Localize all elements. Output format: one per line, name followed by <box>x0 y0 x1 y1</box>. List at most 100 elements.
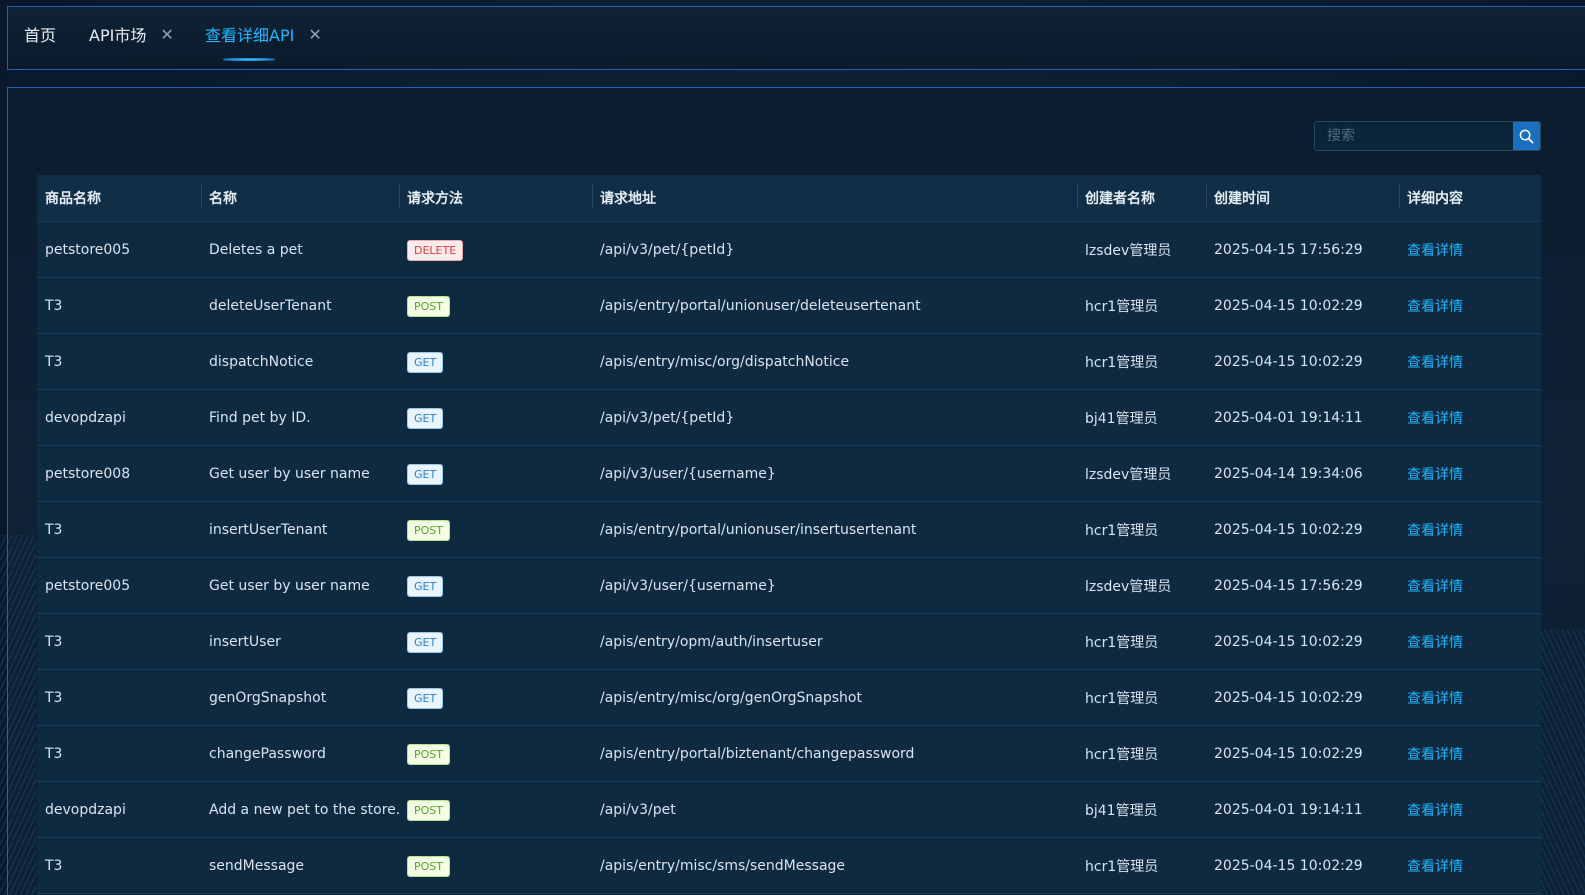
cell-creator-text: hcr1管理员 <box>1085 299 1159 315</box>
cell-url: /apis/entry/portal/biztenant/changepassw… <box>592 726 914 782</box>
cell-creator-text: hcr1管理员 <box>1085 523 1159 539</box>
tab-api-detail[interactable]: 查看详细API ✕ <box>205 22 322 46</box>
table-row: T3 deleteUserTenant POST/apis/entry/portal… <box>37 278 1541 334</box>
column-header-creator: 创建者名称 <box>1077 184 1155 208</box>
cell-name-text: Get user by user name <box>209 466 370 482</box>
view-detail-link[interactable]: 查看详情 <box>1407 296 1463 316</box>
cell-product-text: T3 <box>45 522 63 538</box>
view-detail-link[interactable]: 查看详情 <box>1407 464 1463 484</box>
cell-method: POST <box>399 838 450 894</box>
cell-time-text: 2025-04-15 10:02:29 <box>1214 746 1363 762</box>
view-detail-link[interactable]: 查看详情 <box>1407 688 1463 708</box>
cell-product-text: petstore005 <box>45 242 131 258</box>
cell-creator-text: bj41管理员 <box>1085 803 1158 819</box>
cell-creator-text: lzsdev管理员 <box>1085 467 1172 483</box>
cell-time: 2025-04-01 19:14:11 <box>1206 390 1363 446</box>
cell-time: 2025-04-15 17:56:29 <box>1206 558 1363 614</box>
cell-creator: bj41管理员 <box>1077 390 1158 446</box>
table-row: T3 changePassword POST/apis/entry/portal/b… <box>37 726 1541 782</box>
cell-name: deleteUserTenant <box>201 278 332 334</box>
cell-name: Get user by user name <box>201 558 370 614</box>
cell-product: devopdzapi <box>37 782 126 838</box>
cell-name: Find pet by ID. <box>201 390 311 446</box>
cell-time-text: 2025-04-15 10:02:29 <box>1214 354 1363 370</box>
cell-name: Deletes a pet <box>201 222 303 278</box>
view-detail-link[interactable]: 查看详情 <box>1407 856 1463 876</box>
cell-url-text: /apis/entry/misc/org/dispatchNotice <box>600 354 850 370</box>
cell-creator-text: lzsdev管理员 <box>1085 579 1172 595</box>
cell-creator: lzsdev管理员 <box>1077 222 1171 278</box>
api-table: 商品名称 名称 请求方法 请求地址 创建者名称 创建时间 详细内容 petsto… <box>37 175 1541 894</box>
method-badge: POST <box>407 855 450 877</box>
cell-time-text: 2025-04-15 17:56:29 <box>1214 242 1363 258</box>
table-row: devopdzapi Add a new pet to the store. POS… <box>37 782 1541 838</box>
cell-name-text: sendMessage <box>209 858 305 874</box>
cell-url-text: /apis/entry/opm/auth/insertuser <box>600 634 823 650</box>
table-row: petstore005 Get user by user name GET/api/… <box>37 558 1541 614</box>
cell-detail: 查看详情 <box>1399 446 1463 502</box>
cell-creator-text: hcr1管理员 <box>1085 355 1159 371</box>
cell-product: T3 <box>37 614 62 670</box>
decorative-texture-left <box>0 535 36 895</box>
method-badge: POST <box>407 799 450 821</box>
cell-url: /apis/entry/misc/sms/sendMessage <box>592 838 845 894</box>
cell-url-text: /apis/entry/portal/unionuser/insertusert… <box>600 522 917 538</box>
cell-product: petstore005 <box>37 222 130 278</box>
cell-detail: 查看详情 <box>1399 838 1463 894</box>
view-detail-link[interactable]: 查看详情 <box>1407 408 1463 428</box>
view-detail-link[interactable]: 查看详情 <box>1407 240 1463 260</box>
tab-label: API市场 <box>89 26 147 45</box>
cell-time-text: 2025-04-01 19:14:11 <box>1214 802 1363 818</box>
cell-name: changePassword <box>201 726 326 782</box>
view-detail-link[interactable]: 查看详情 <box>1407 576 1463 596</box>
search-input[interactable] <box>1315 122 1513 150</box>
cell-product: T3 <box>37 502 62 558</box>
cell-creator-text: hcr1管理员 <box>1085 635 1159 651</box>
cell-url: /api/v3/pet/{petId} <box>592 222 734 278</box>
close-icon[interactable]: ✕ <box>160 25 173 44</box>
search-button[interactable] <box>1513 122 1540 150</box>
method-badge: DELETE <box>407 239 464 261</box>
close-icon[interactable]: ✕ <box>308 25 321 44</box>
cell-product-text: T3 <box>45 354 63 370</box>
cell-detail: 查看详情 <box>1399 726 1463 782</box>
cell-time: 2025-04-15 10:02:29 <box>1206 502 1363 558</box>
cell-url-text: /api/v3/pet/{petId} <box>600 242 735 258</box>
view-detail-link[interactable]: 查看详情 <box>1407 800 1463 820</box>
cell-product: T3 <box>37 726 62 782</box>
cell-name-text: Deletes a pet <box>209 242 303 258</box>
view-detail-link[interactable]: 查看详情 <box>1407 352 1463 372</box>
cell-method: GET <box>399 446 444 502</box>
cell-detail: 查看详情 <box>1399 670 1463 726</box>
cell-product-text: T3 <box>45 858 63 874</box>
view-detail-link[interactable]: 查看详情 <box>1407 632 1463 652</box>
tab-api-market[interactable]: API市场 ✕ <box>89 22 174 46</box>
method-badge: POST <box>407 519 450 541</box>
cell-method: GET <box>399 390 444 446</box>
cell-time: 2025-04-15 10:02:29 <box>1206 838 1363 894</box>
cell-product-text: devopdzapi <box>45 410 126 426</box>
cell-creator-text: hcr1管理员 <box>1085 747 1159 763</box>
cell-time: 2025-04-15 10:02:29 <box>1206 726 1363 782</box>
method-badge: GET <box>407 407 444 429</box>
tab-home[interactable]: 首页 <box>24 22 56 46</box>
column-header-time: 创建时间 <box>1206 184 1270 208</box>
method-badge: POST <box>407 295 450 317</box>
cell-creator: hcr1管理员 <box>1077 614 1158 670</box>
cell-time-text: 2025-04-15 10:02:29 <box>1214 634 1363 650</box>
cell-url: /apis/entry/misc/org/genOrgSnapshot <box>592 670 862 726</box>
column-header-detail: 详细内容 <box>1399 184 1463 208</box>
cell-time: 2025-04-15 10:02:29 <box>1206 670 1363 726</box>
cell-creator: lzsdev管理员 <box>1077 558 1171 614</box>
cell-product: T3 <box>37 334 62 390</box>
search-box <box>1314 121 1541 151</box>
view-detail-link[interactable]: 查看详情 <box>1407 520 1463 540</box>
cell-method: GET <box>399 614 444 670</box>
cell-time-text: 2025-04-15 10:02:29 <box>1214 690 1363 706</box>
cell-product: T3 <box>37 278 62 334</box>
view-detail-link[interactable]: 查看详情 <box>1407 744 1463 764</box>
cell-name: dispatchNotice <box>201 334 313 390</box>
cell-detail: 查看详情 <box>1399 614 1463 670</box>
table-row: petstore005 Deletes a pet DELETE/api/v3/pe… <box>37 222 1541 278</box>
cell-creator-text: hcr1管理员 <box>1085 691 1159 707</box>
